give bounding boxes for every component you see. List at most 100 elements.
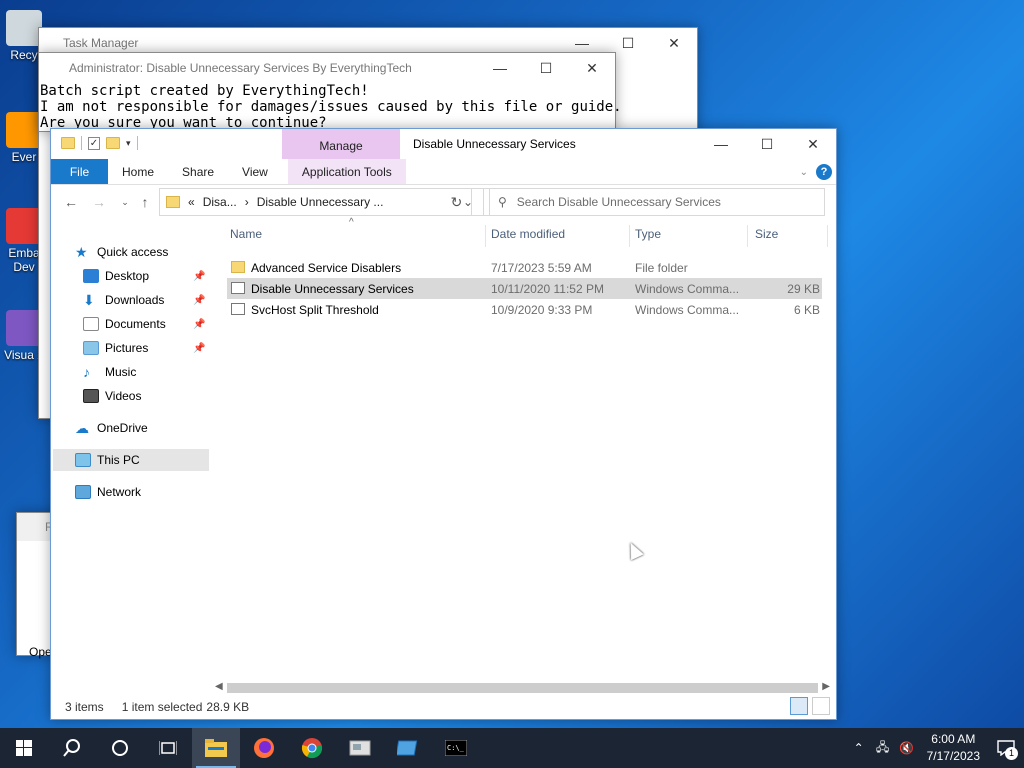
- address-bar[interactable]: « Disa... › Disable Unnecessary ... ⌄: [159, 188, 490, 216]
- selection-info: 1 item selected: [121, 700, 203, 714]
- large-icons-view-icon[interactable]: [812, 697, 830, 715]
- desktop-icon: [83, 269, 99, 283]
- file-name: SvcHost Split Threshold: [251, 302, 379, 317]
- minimize-button[interactable]: —: [477, 53, 523, 83]
- sidebar-item-downloads[interactable]: ⬇ Downloads 📌: [83, 289, 205, 311]
- cmd-line: Batch script created by EverythingTech!: [40, 83, 369, 99]
- properties-icon[interactable]: ✓: [88, 136, 100, 150]
- sidebar-item-desktop[interactable]: Desktop 📌: [83, 265, 205, 287]
- breadcrumb-item[interactable]: Disa...: [203, 195, 237, 209]
- file-type: Windows Comma...: [635, 281, 740, 296]
- back-arrow-icon[interactable]: ←: [63, 194, 79, 210]
- customize-qat-icon[interactable]: ▾: [126, 138, 131, 149]
- manage-context-tab[interactable]: Manage: [282, 129, 400, 159]
- sidebar-item-music[interactable]: ♪ Music: [83, 361, 136, 383]
- sidebar-item-quick-access[interactable]: ★ Quick access: [75, 241, 168, 263]
- chrome-icon[interactable]: [288, 728, 336, 768]
- close-button[interactable]: ✕: [790, 129, 836, 159]
- file-explorer-window[interactable]: ✓ ▾ Manage Disable Unnecessary Services …: [50, 128, 837, 720]
- explorer-titlebar[interactable]: ✓ ▾ Manage Disable Unnecessary Services …: [51, 129, 836, 159]
- expand-ribbon-icon[interactable]: ⌄: [800, 167, 808, 178]
- file-type: File folder: [635, 260, 688, 275]
- maximize-button[interactable]: ☐: [744, 129, 790, 159]
- sidebar-label: Quick access: [97, 245, 169, 259]
- maximize-button[interactable]: ☐: [523, 53, 569, 83]
- scroll-right-icon[interactable]: ▶: [822, 681, 830, 692]
- batch-file-icon: [231, 282, 245, 294]
- recent-locations-icon[interactable]: ⌄: [117, 194, 133, 210]
- column-header-size[interactable]: Size: [755, 227, 778, 241]
- column-header-name[interactable]: Name: [230, 227, 262, 241]
- file-row[interactable]: SvcHost Split Threshold 10/9/2020 9:33 P…: [227, 299, 822, 320]
- documents-icon: [83, 317, 99, 331]
- folder-icon: [61, 137, 75, 149]
- tab-share[interactable]: Share: [168, 159, 228, 184]
- close-button[interactable]: ✕: [569, 53, 615, 83]
- shortcut-icon: [6, 208, 42, 244]
- network-tray-icon[interactable]: 🖧: [871, 738, 895, 759]
- sidebar-label: OneDrive: [97, 421, 148, 435]
- cmd-window[interactable]: C:\ Administrator: Disable Unnecessary S…: [38, 52, 622, 132]
- start-button[interactable]: [0, 728, 48, 768]
- cortana-icon[interactable]: [96, 728, 144, 768]
- file-date: 7/17/2023 5:59 AM: [491, 260, 592, 275]
- date: 7/17/2023: [926, 749, 980, 763]
- sidebar-label: Downloads: [105, 293, 165, 307]
- file-name: Disable Unnecessary Services: [251, 281, 414, 296]
- sidebar-item-onedrive[interactable]: ☁ OneDrive: [75, 417, 148, 439]
- search-icon[interactable]: [48, 728, 96, 768]
- breadcrumb-overflow[interactable]: «: [188, 195, 195, 209]
- horizontal-scrollbar[interactable]: ◀ ▶: [213, 681, 832, 695]
- help-icon[interactable]: ?: [816, 164, 832, 180]
- sidebar-label: Pictures: [105, 341, 149, 355]
- forward-arrow-icon[interactable]: →: [91, 194, 107, 210]
- scroll-left-icon[interactable]: ◀: [215, 681, 223, 692]
- folder-icon: [166, 196, 180, 208]
- task-view-icon[interactable]: [144, 728, 192, 768]
- app-icon[interactable]: [336, 728, 384, 768]
- cmd-output: Batch script created by EverythingTech! I…: [39, 83, 622, 131]
- cmd-title: Administrator: Disable Unnecessary Servi…: [69, 61, 412, 75]
- tab-application-tools[interactable]: Application Tools: [287, 159, 406, 184]
- chevron-up-icon[interactable]: ⌃: [847, 741, 871, 755]
- sidebar-label: Network: [97, 485, 142, 499]
- file-row[interactable]: Disable Unnecessary Services 10/11/2020 …: [227, 278, 822, 299]
- details-view-icon[interactable]: [790, 697, 808, 715]
- sidebar-item-this-pc[interactable]: This PC: [53, 449, 209, 471]
- scrollbar-thumb[interactable]: [227, 683, 818, 693]
- breadcrumb-item[interactable]: Disable Unnecessary ...: [257, 195, 384, 209]
- cloud-icon: ☁: [75, 420, 89, 436]
- pin-icon: 📌: [193, 318, 206, 330]
- close-button[interactable]: ✕: [651, 28, 697, 58]
- new-folder-icon[interactable]: [106, 137, 120, 149]
- quick-access-toolbar: ✓ ▾: [61, 136, 138, 150]
- batch-file-icon: [231, 303, 245, 315]
- refresh-icon[interactable]: ↻: [442, 188, 472, 216]
- cmd-titlebar[interactable]: Administrator: Disable Unnecessary Servi…: [39, 53, 615, 83]
- tab-file[interactable]: File: [51, 159, 108, 184]
- cmd-taskbar-icon[interactable]: C:\_: [432, 728, 480, 768]
- sidebar-item-videos[interactable]: Videos: [83, 385, 141, 407]
- star-icon: ★: [75, 244, 88, 260]
- run-app-icon[interactable]: [384, 728, 432, 768]
- action-center-icon[interactable]: 1: [988, 728, 1024, 768]
- chevron-right-icon: ›: [244, 195, 249, 209]
- sidebar-item-documents[interactable]: Documents 📌: [83, 313, 205, 335]
- windows-logo-icon: [16, 740, 32, 756]
- sidebar-item-pictures[interactable]: Pictures 📌: [83, 337, 205, 359]
- tab-view[interactable]: View: [228, 159, 282, 184]
- file-explorer-taskbar-icon[interactable]: [192, 728, 240, 768]
- search-input[interactable]: ⚲ Search Disable Unnecessary Services: [483, 188, 825, 216]
- file-row[interactable]: Advanced Service Disablers 7/17/2023 5:5…: [227, 257, 822, 278]
- clock[interactable]: 6:00 AM 7/17/2023: [919, 731, 988, 765]
- sidebar-item-network[interactable]: Network: [75, 481, 141, 503]
- tab-home[interactable]: Home: [108, 159, 168, 184]
- column-header-date[interactable]: Date modified: [491, 227, 565, 241]
- search-placeholder: Search Disable Unnecessary Services: [516, 195, 721, 209]
- system-tray: ⌃ 🖧 🔇 6:00 AM 7/17/2023 1: [847, 728, 1024, 768]
- up-arrow-icon[interactable]: ↑: [137, 194, 153, 210]
- minimize-button[interactable]: —: [698, 129, 744, 159]
- firefox-icon[interactable]: [240, 728, 288, 768]
- volume-muted-icon[interactable]: 🔇: [895, 741, 919, 755]
- column-header-type[interactable]: Type: [635, 227, 661, 241]
